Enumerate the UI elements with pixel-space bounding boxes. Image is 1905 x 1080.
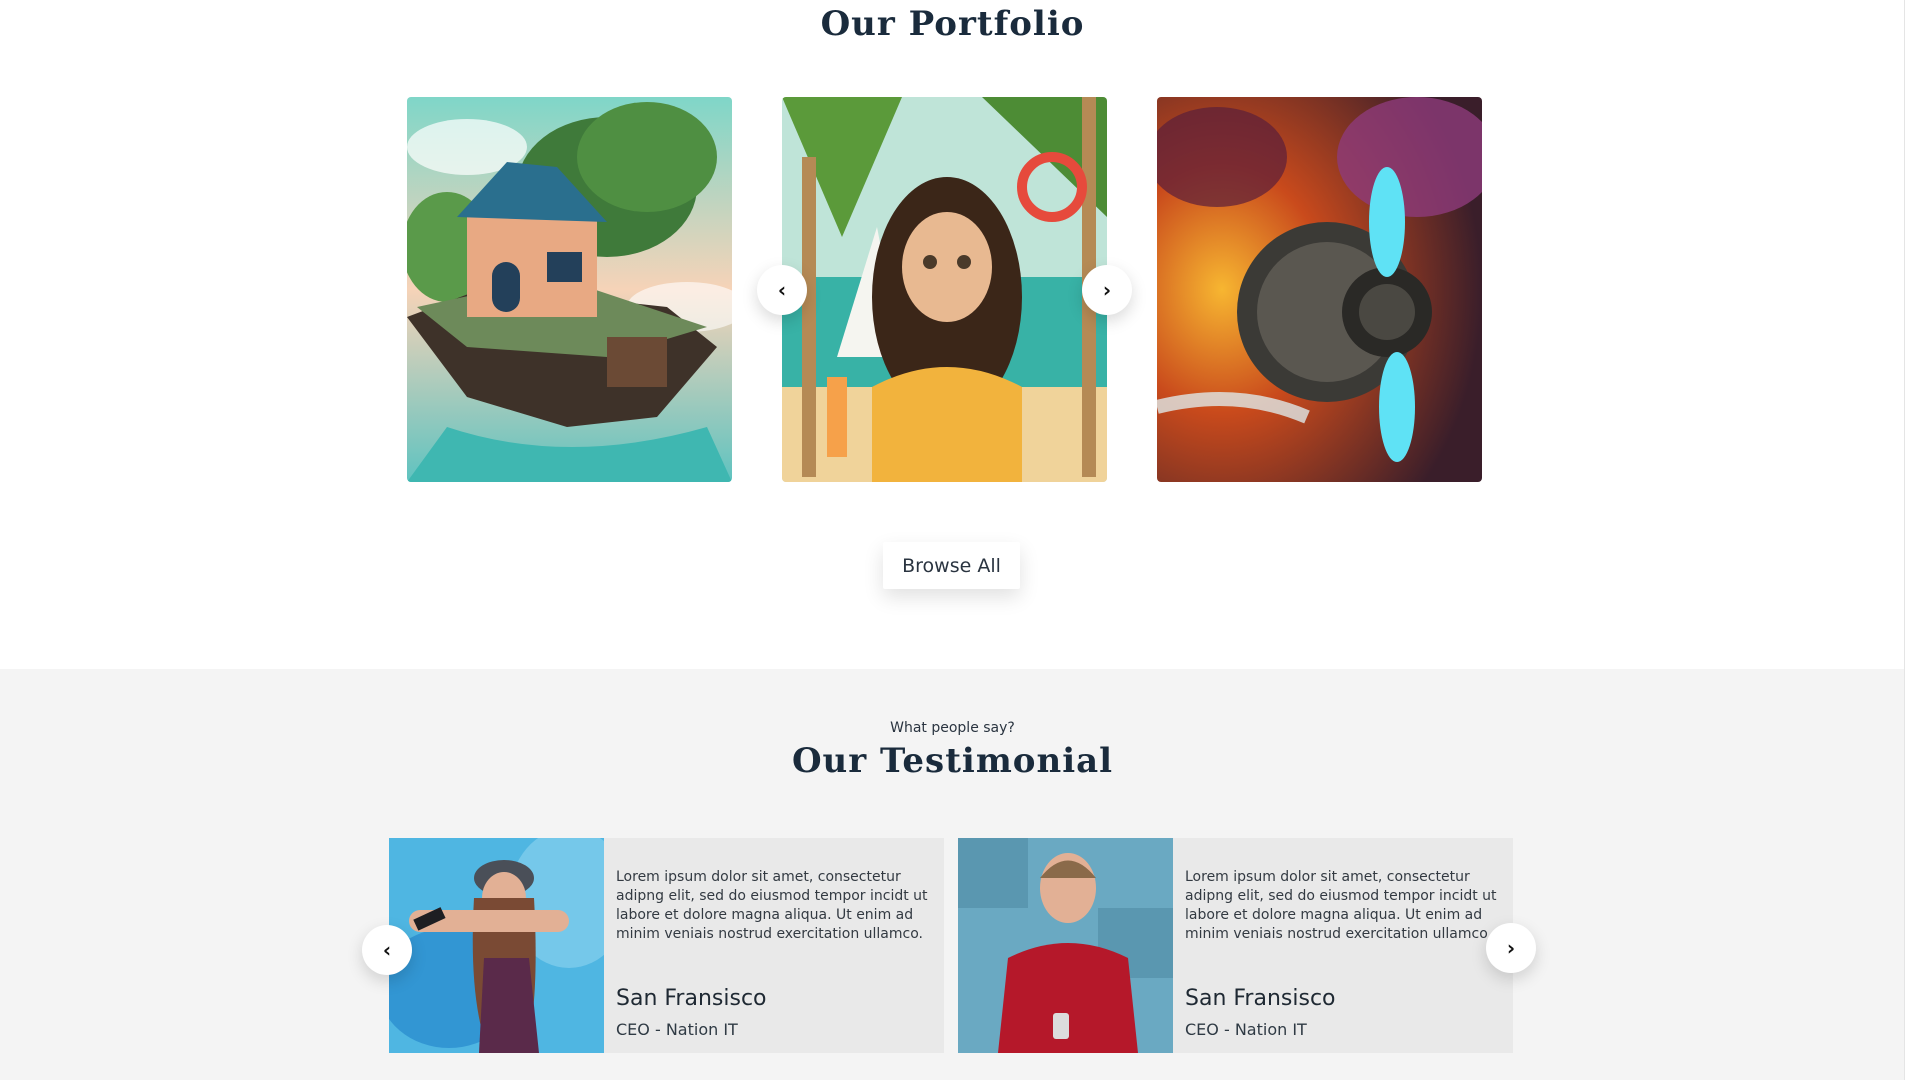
testimonial-name: San Fransisco bbox=[616, 986, 767, 1011]
browse-all-button[interactable]: Browse All bbox=[883, 542, 1020, 589]
testimonial-quote: Lorem ipsum dolor sit amet, consectetur … bbox=[616, 869, 928, 942]
chevron-left-icon: ‹ bbox=[382, 938, 392, 962]
testimonial-section: What people say? Our Testimonial Lorem i… bbox=[0, 669, 1905, 1080]
man-red-sweater-photo bbox=[958, 838, 1173, 1053]
portfolio-item-propeller-engine[interactable] bbox=[1157, 97, 1482, 482]
testimonial-next-button[interactable]: › bbox=[1486, 923, 1536, 973]
testimonial-title: Our Testimonial bbox=[791, 741, 1114, 781]
chevron-right-icon: › bbox=[1102, 278, 1112, 302]
portfolio-prev-button[interactable]: ‹ bbox=[757, 265, 807, 315]
island-house-image bbox=[407, 97, 732, 482]
testimonial-role: CEO - Nation IT bbox=[616, 1020, 738, 1039]
testimonial-prev-button[interactable]: ‹ bbox=[362, 925, 412, 975]
portfolio-title: Our Portfolio bbox=[820, 4, 1085, 44]
testimonial-quote: Lorem ipsum dolor sit amet, consectetur … bbox=[1185, 869, 1497, 942]
propeller-engine-image bbox=[1157, 97, 1482, 482]
woman-smoke-photo bbox=[389, 838, 604, 1053]
testimonial-role: CEO - Nation IT bbox=[1185, 1020, 1307, 1039]
avatar bbox=[389, 838, 604, 1053]
portfolio-next-button[interactable]: › bbox=[1082, 265, 1132, 315]
portfolio-item-beach-girl[interactable] bbox=[782, 97, 1107, 482]
beach-girl-image bbox=[782, 97, 1107, 482]
chevron-right-icon: › bbox=[1506, 936, 1516, 960]
testimonial-card: Lorem ipsum dolor sit amet, consectetur … bbox=[389, 838, 944, 1053]
chevron-left-icon: ‹ bbox=[777, 278, 787, 302]
testimonial-subtitle: What people say? bbox=[890, 720, 1015, 736]
page: Our Portfolio ‹ › Browse All What people… bbox=[0, 0, 1905, 1080]
avatar bbox=[958, 838, 1173, 1053]
portfolio-item-island-house[interactable] bbox=[407, 97, 732, 482]
portfolio-section: Our Portfolio ‹ › Browse All bbox=[0, 0, 1905, 669]
testimonial-card: Lorem ipsum dolor sit amet, consectetur … bbox=[958, 838, 1513, 1053]
testimonial-name: San Fransisco bbox=[1185, 986, 1336, 1011]
